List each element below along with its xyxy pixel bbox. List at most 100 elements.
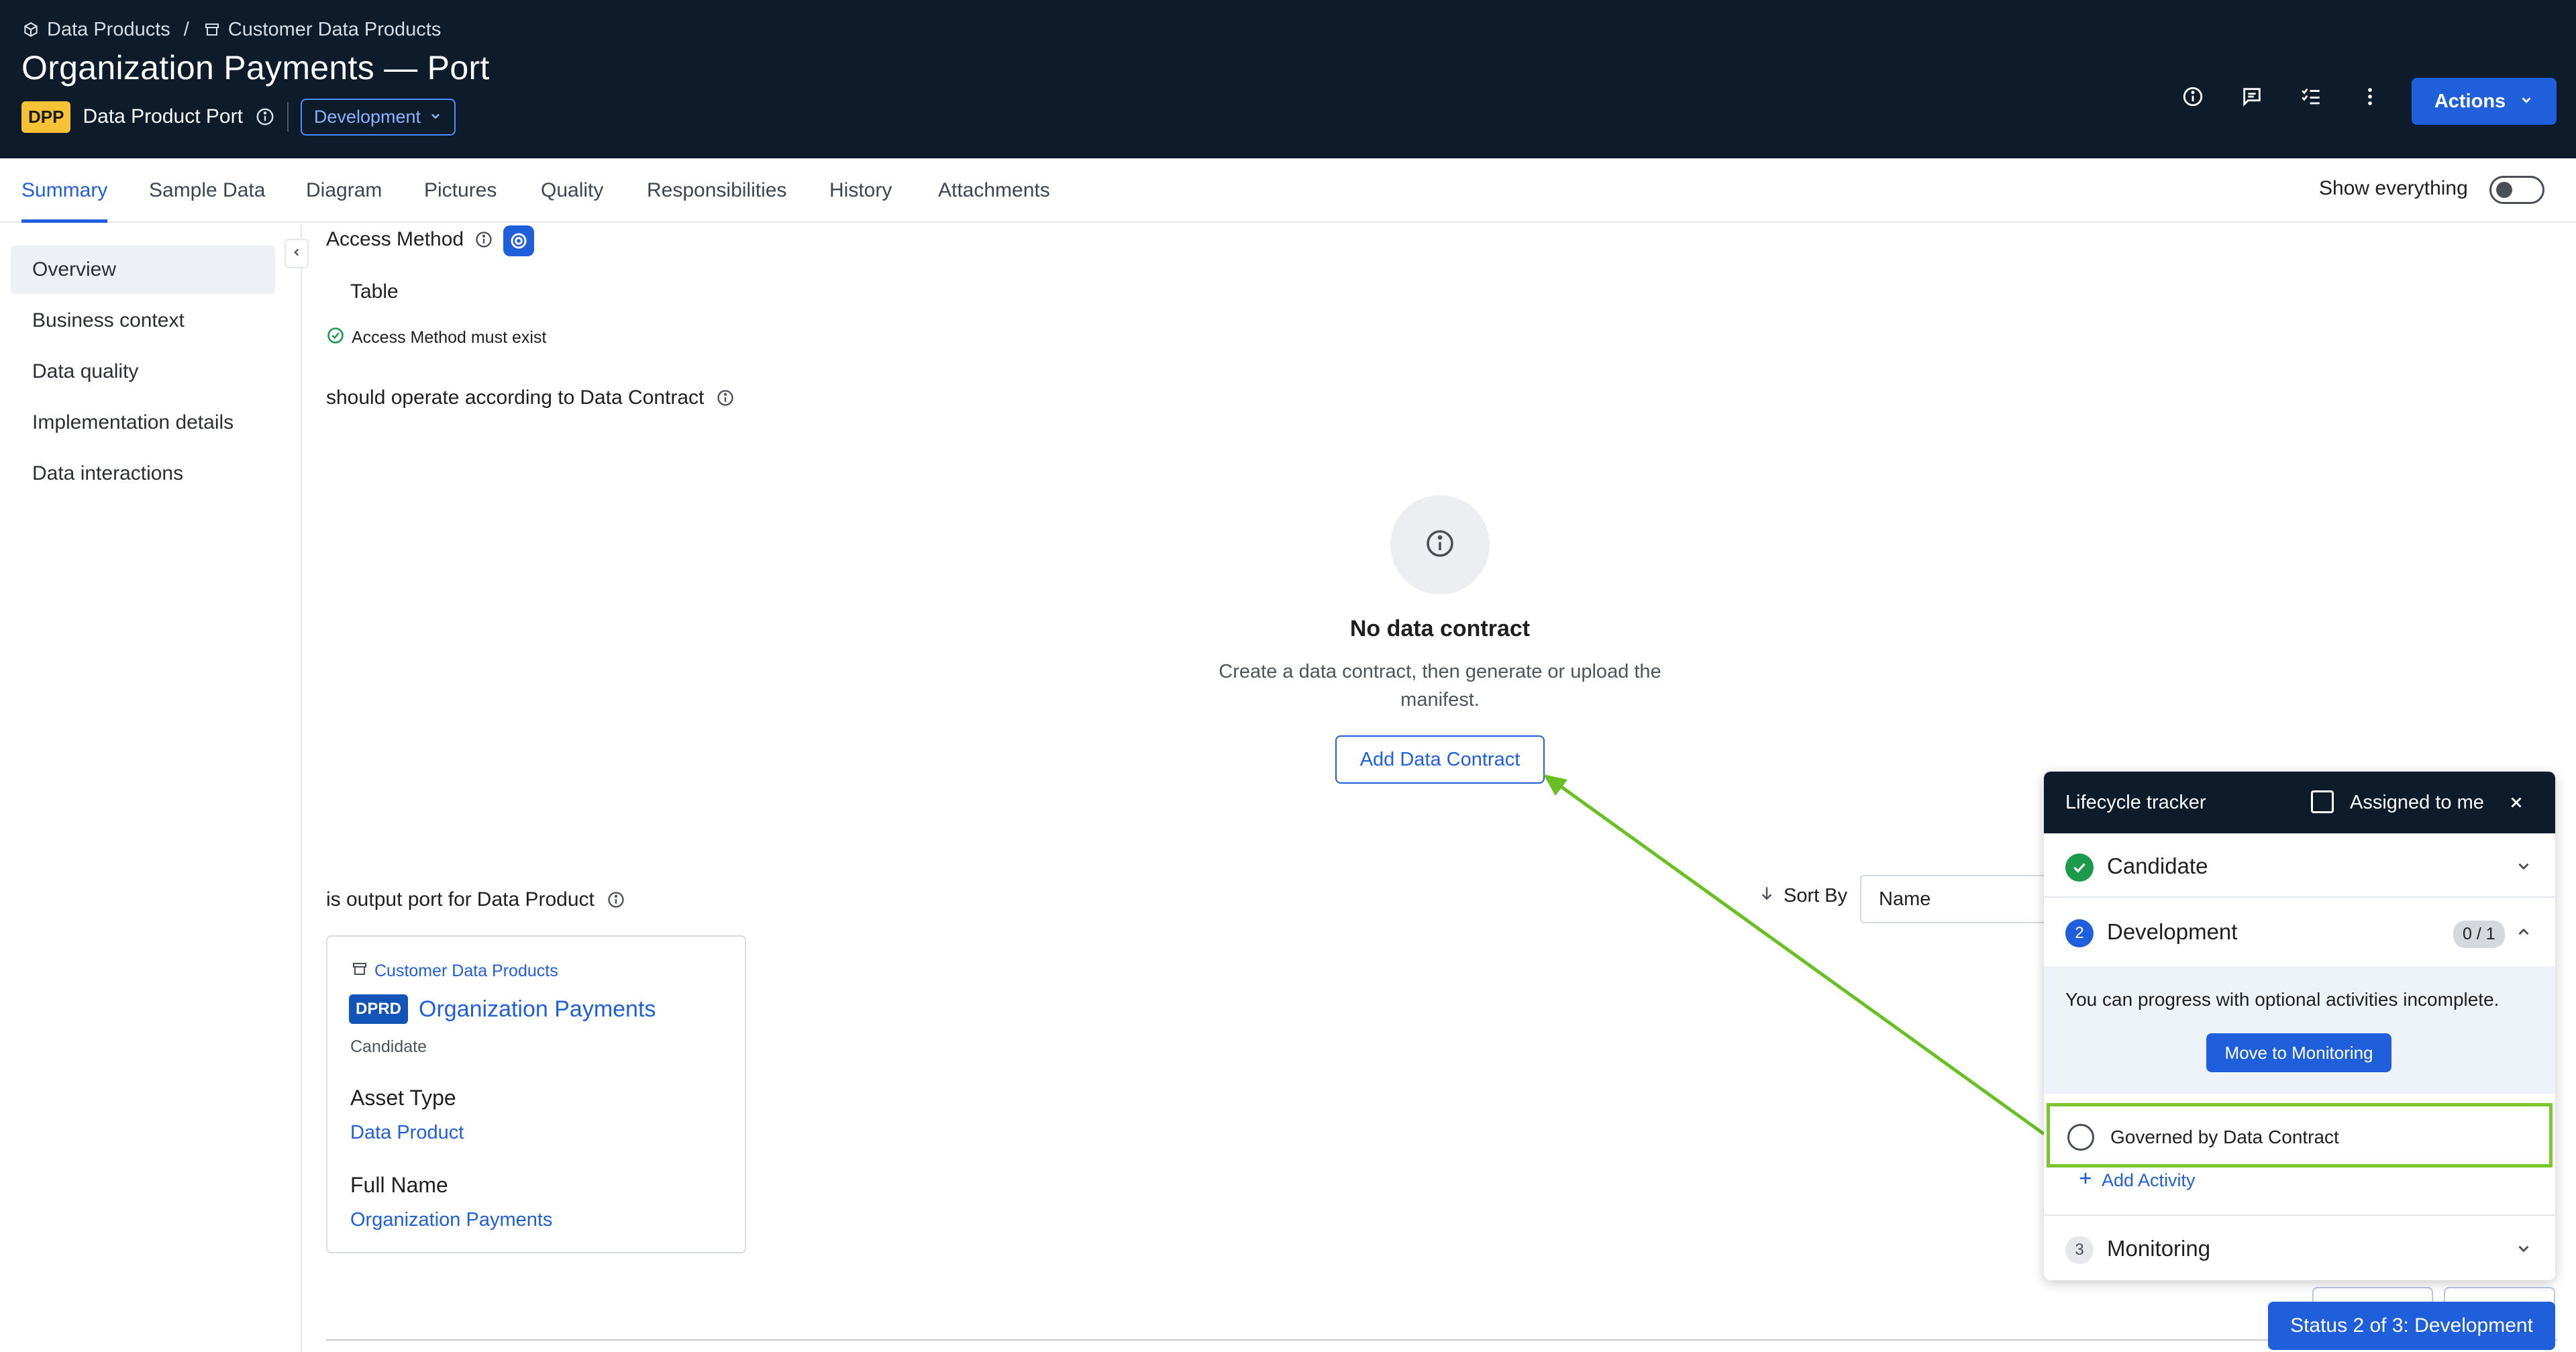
status-dropdown-label: Development (313, 106, 421, 127)
section-divider (326, 1339, 2558, 1341)
add-data-contract-button[interactable]: Add Data Contract (1335, 735, 1545, 784)
asset-type-badge: DPP (21, 101, 71, 133)
sidebar-item-data-quality[interactable]: Data quality (11, 348, 275, 396)
tab-responsibilities[interactable]: Responsibilities (647, 158, 786, 223)
more-vertical-icon[interactable] (2357, 83, 2383, 110)
card-domain[interactable]: Customer Data Products (352, 961, 558, 982)
data-product-card[interactable]: Customer Data Products DPRD Organization… (326, 935, 746, 1253)
sidebar-item-business-context[interactable]: Business context (11, 297, 275, 345)
progress-message: You can progress with optional activitie… (2065, 989, 2500, 1010)
info-icon[interactable] (716, 388, 735, 407)
sidebar-item-overview[interactable]: Overview (11, 246, 275, 294)
tab-quality[interactable]: Quality (541, 158, 603, 223)
info-icon[interactable] (2179, 83, 2206, 110)
info-icon (1424, 527, 1456, 563)
development-stage-body: You can progress with optional activitie… (2044, 966, 2555, 1094)
asset-meta-row: DPP Data Product Port Development (21, 98, 456, 136)
card-title[interactable]: Organization Payments (419, 996, 656, 1023)
tab-sample-data[interactable]: Sample Data (149, 158, 265, 223)
add-activity-link[interactable]: Add Activity (2077, 1170, 2196, 1191)
show-everything-toggle[interactable] (2489, 176, 2544, 204)
stage-development[interactable]: 2 Development 0 / 1 (2044, 899, 2555, 964)
access-method-label: Access Method (326, 228, 464, 250)
breadcrumb-separator: / (183, 18, 189, 40)
output-port-target: Data Product (476, 888, 595, 911)
page-title: Organization Payments — Port (21, 49, 490, 87)
card-domain-label: Customer Data Products (374, 961, 558, 980)
chevron-down-icon[interactable] (2512, 1237, 2535, 1260)
stage-number: 2 (2065, 919, 2094, 947)
stage-name: Monitoring (2107, 1236, 2211, 1261)
data-contract-relation: should operate according to (326, 386, 575, 409)
chevron-up-icon[interactable] (2512, 921, 2535, 943)
move-to-monitoring-button[interactable]: Move to Monitoring (2206, 1033, 2391, 1072)
breadcrumb: Data Products / Customer Data Products (21, 16, 441, 43)
output-port-relation: is output port for (326, 888, 472, 911)
sort-control[interactable]: Sort By (1758, 884, 1847, 907)
activity-count-badge: 0 / 1 (2453, 921, 2505, 948)
activity-governed-by-data-contract[interactable]: Governed by Data Contract (2047, 1103, 2553, 1167)
chevron-down-icon[interactable] (2512, 855, 2535, 878)
check-circle-icon (2065, 853, 2094, 882)
sidebar-item-implementation-details[interactable]: Implementation details (11, 399, 275, 447)
sidebar-item-data-interactions[interactable]: Data interactions (11, 450, 275, 498)
card-status: Candidate (350, 1037, 427, 1056)
info-icon[interactable] (474, 230, 493, 249)
status-dropdown[interactable]: Development (300, 98, 456, 136)
empty-state-description: Create a data contract, then generate or… (1219, 661, 1661, 711)
header-icon-toolbar (2179, 83, 2383, 110)
tab-pictures[interactable]: Pictures (424, 158, 497, 223)
sort-select[interactable]: Name (1860, 875, 2055, 923)
activity-status-radio[interactable] (2067, 1124, 2094, 1151)
breadcrumb-customer-data-products[interactable]: Customer Data Products (228, 19, 442, 41)
checklist-icon[interactable] (2298, 83, 2324, 110)
card-asset-type-label: Asset Type (350, 1086, 456, 1110)
sidebar-collapse-button[interactable] (285, 239, 309, 268)
output-port-heading: is output port for Data Product (326, 888, 625, 911)
card-full-name-label: Full Name (350, 1173, 448, 1197)
sort-arrow-icon (1758, 884, 1775, 907)
show-everything-label: Show everything (2319, 177, 2468, 199)
lifecycle-status-button[interactable]: Status 2 of 3: Development (2268, 1302, 2555, 1350)
chevron-down-icon (429, 107, 442, 127)
data-contract-heading: should operate according to Data Contrac… (326, 386, 735, 409)
check-circle-icon (326, 326, 345, 350)
activity-name: Governed by Data Contract (2110, 1127, 2339, 1147)
add-activity-label: Add Activity (2102, 1170, 2196, 1190)
section-sidebar: Overview Business context Data quality I… (0, 224, 302, 1352)
close-icon[interactable] (2502, 788, 2531, 817)
info-icon[interactable] (607, 890, 625, 909)
actions-button[interactable]: Actions (2412, 78, 2557, 125)
tab-history[interactable]: History (829, 158, 892, 223)
stage-monitoring[interactable]: 3 Monitoring (2044, 1216, 2555, 1280)
lifecycle-tracker-header: Lifecycle tracker Assigned to me (2044, 772, 2555, 833)
lifecycle-tracker-title: Lifecycle tracker (2065, 792, 2206, 813)
access-method-value: Table (350, 280, 399, 303)
plus-icon (2077, 1170, 2094, 1191)
tab-diagram[interactable]: Diagram (306, 158, 382, 223)
assigned-to-me-checkbox[interactable] (2311, 790, 2334, 813)
card-full-name-value[interactable]: Organization Payments (350, 1209, 552, 1231)
data-contract-target: Data Contract (580, 386, 705, 409)
asset-type-label: Data Product Port (83, 105, 243, 127)
card-type-badge: DPRD (349, 994, 409, 1024)
toggle-knob (2496, 182, 2512, 198)
breadcrumb-data-products[interactable]: Data Products (47, 19, 170, 41)
access-method-rule-text: Access Method must exist (352, 328, 547, 347)
tab-summary[interactable]: Summary (21, 158, 108, 223)
target-icon[interactable] (503, 225, 534, 256)
actions-button-label: Actions (2434, 90, 2506, 112)
page-header: Data Products / Customer Data Products O… (0, 0, 2576, 158)
access-method-heading: Access Method (326, 228, 493, 251)
tab-attachments[interactable]: Attachments (938, 158, 1050, 223)
info-icon[interactable] (255, 107, 275, 127)
card-asset-type-value[interactable]: Data Product (350, 1122, 464, 1144)
empty-state-illustration (1390, 495, 1490, 594)
access-method-rule: Access Method must exist (326, 326, 546, 350)
assigned-to-me-label[interactable]: Assigned to me (2350, 792, 2484, 814)
stage-number: 3 (2065, 1236, 2094, 1264)
card-title-row: DPRD Organization Payments (349, 994, 656, 1024)
stage-candidate[interactable]: Candidate (2044, 833, 2555, 898)
comment-icon[interactable] (2238, 83, 2265, 110)
tab-bar: Summary Sample Data Diagram Pictures Qua… (0, 158, 2576, 223)
